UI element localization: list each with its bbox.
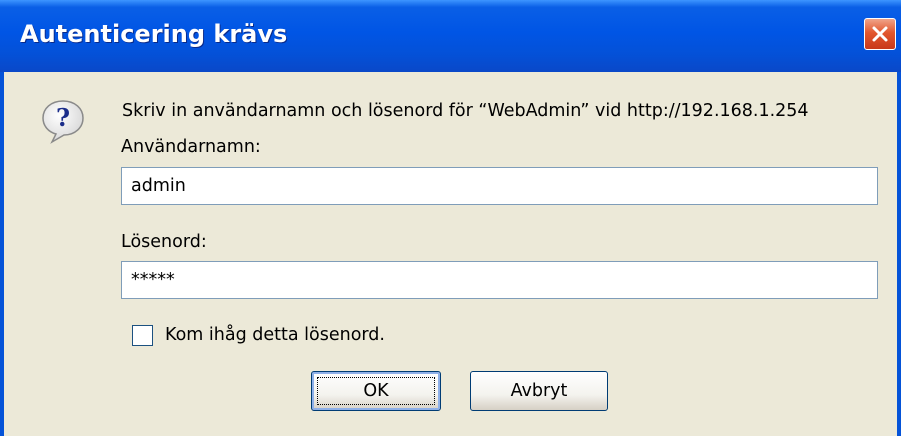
window-frame-right [897,72,901,436]
close-button[interactable] [864,18,896,50]
cancel-button[interactable]: Avbryt [470,371,608,411]
ok-button[interactable]: OK [311,371,441,411]
ok-button-label: OK [363,381,389,401]
password-field[interactable] [121,261,878,299]
close-icon [872,26,888,42]
prompt-text: Skriv in användarnamn och lösenord för “… [122,101,809,121]
window-frame-left [0,72,4,436]
remember-password-label: Kom ihåg detta lösenord. [165,325,385,345]
cancel-button-label: Avbryt [510,381,568,401]
title-bar[interactable]: Autenticering krävs [0,0,901,72]
svg-text:?: ? [56,103,70,132]
password-label: Lösenord: [121,232,207,252]
question-icon: ? [42,100,84,144]
username-field[interactable] [121,167,878,205]
remember-password-checkbox[interactable] [132,325,153,346]
username-label: Användarnamn: [121,137,261,157]
window-title: Autenticering krävs [20,20,288,48]
